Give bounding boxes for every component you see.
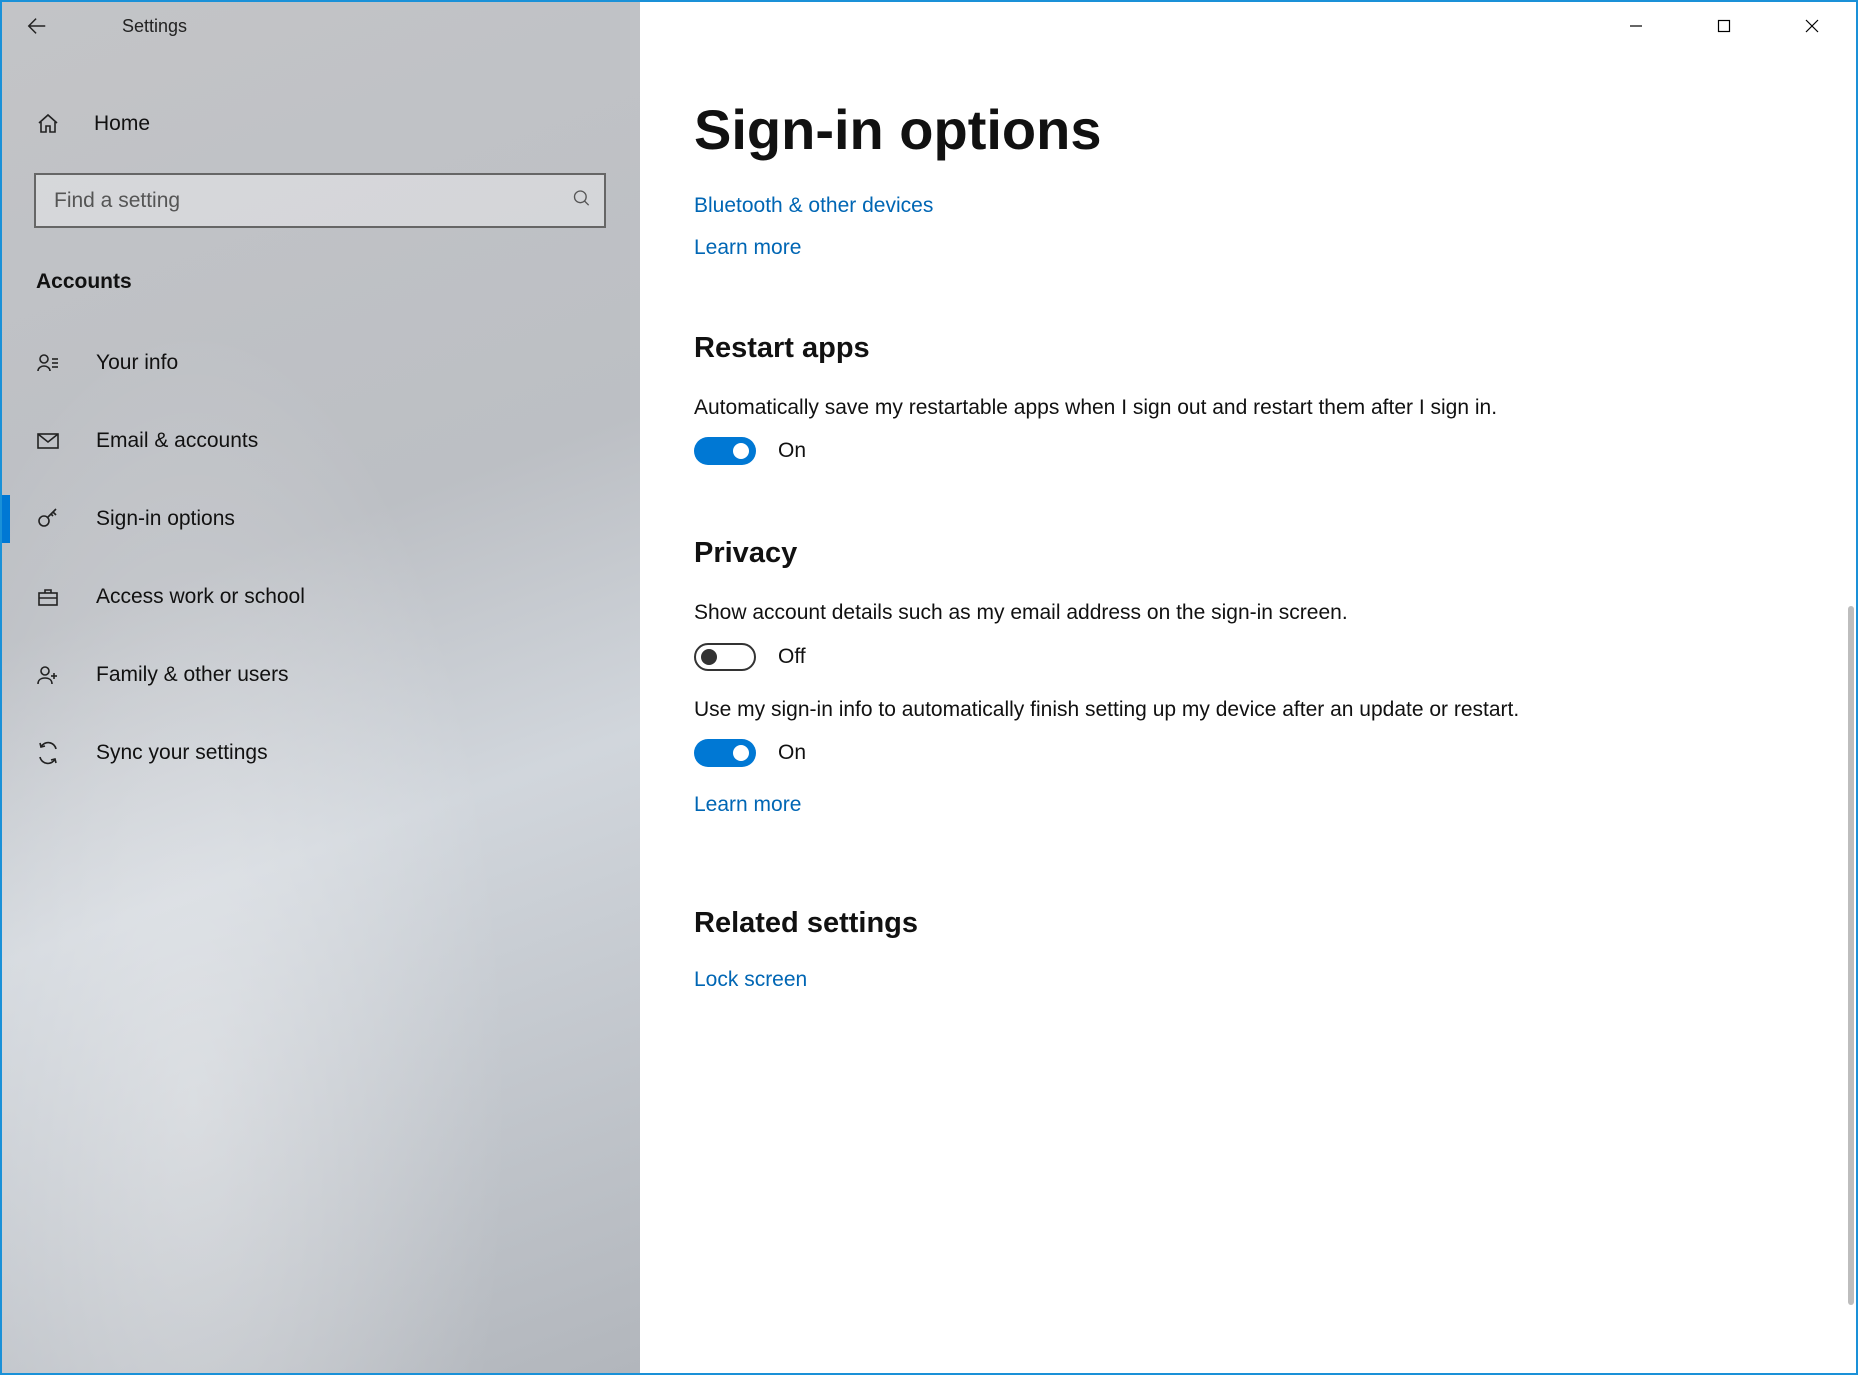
sidebar-item-label: Sign-in options xyxy=(96,507,235,531)
scroll-thumb[interactable] xyxy=(1848,606,1854,1306)
minimize-button[interactable] xyxy=(1592,2,1680,50)
titlebar-left: Settings xyxy=(2,2,640,50)
link-learn-more-top[interactable]: Learn more xyxy=(694,236,1796,260)
section-restart-heading: Restart apps xyxy=(694,332,1796,365)
close-icon xyxy=(1805,19,1819,33)
sync-icon xyxy=(36,741,64,765)
restart-toggle-row: On xyxy=(694,437,1796,465)
sidebar-item-label: Access work or school xyxy=(96,585,305,609)
back-arrow-icon xyxy=(26,15,48,37)
restart-toggle[interactable] xyxy=(694,437,756,465)
app-title: Settings xyxy=(122,16,187,37)
minimize-icon xyxy=(1629,19,1643,33)
privacy-toggle1-row: Off xyxy=(694,643,1796,671)
maximize-button[interactable] xyxy=(1680,2,1768,50)
sidebar-home-label: Home xyxy=(94,112,150,136)
home-icon xyxy=(36,112,64,136)
privacy-toggle2-label: On xyxy=(778,741,806,765)
toggle-knob xyxy=(733,745,749,761)
privacy-toggle1[interactable] xyxy=(694,643,756,671)
restart-toggle-label: On xyxy=(778,439,806,463)
window-controls xyxy=(1592,2,1856,50)
nav-list: Your info Email & accounts Sign-in optio… xyxy=(2,324,640,792)
maximize-icon xyxy=(1717,19,1731,33)
content: Sign-in options Bluetooth & other device… xyxy=(640,2,1856,1373)
sidebar-item-your-info[interactable]: Your info xyxy=(2,324,640,402)
link-lock-screen[interactable]: Lock screen xyxy=(694,968,1796,992)
sidebar-item-label: Your info xyxy=(96,351,178,375)
restart-desc: Automatically save my restartable apps w… xyxy=(694,393,1534,423)
sidebar-item-sign-in-options[interactable]: Sign-in options xyxy=(2,480,640,558)
briefcase-icon xyxy=(36,585,64,609)
sidebar-item-label: Family & other users xyxy=(96,663,289,687)
search-icon xyxy=(572,188,592,213)
privacy-toggle2[interactable] xyxy=(694,739,756,767)
sidebar-home[interactable]: Home xyxy=(2,97,640,151)
section-privacy-heading: Privacy xyxy=(694,537,1796,570)
body: Home Accounts Your info xyxy=(2,2,1856,1373)
search-input[interactable] xyxy=(34,173,606,228)
toggle-knob xyxy=(733,443,749,459)
close-button[interactable] xyxy=(1768,2,1856,50)
scrollbar[interactable] xyxy=(1848,97,1854,1369)
sidebar-item-email-accounts[interactable]: Email & accounts xyxy=(2,402,640,480)
privacy-desc1: Show account details such as my email ad… xyxy=(694,598,1534,628)
sidebar-item-label: Sync your settings xyxy=(96,741,268,765)
sidebar-category: Accounts xyxy=(2,250,640,324)
search-wrap xyxy=(34,173,608,228)
link-bluetooth-devices[interactable]: Bluetooth & other devices xyxy=(694,194,1796,218)
titlebar: Settings xyxy=(2,2,1856,50)
sidebar: Home Accounts Your info xyxy=(2,2,640,1373)
mail-icon xyxy=(36,429,64,453)
section-related-heading: Related settings xyxy=(694,907,1796,940)
toggle-knob xyxy=(701,649,717,665)
person-icon xyxy=(36,351,64,375)
back-button[interactable] xyxy=(2,2,72,50)
sidebar-item-sync[interactable]: Sync your settings xyxy=(2,714,640,792)
sidebar-item-access-work-school[interactable]: Access work or school xyxy=(2,558,640,636)
page-title: Sign-in options xyxy=(694,97,1796,162)
privacy-desc2: Use my sign-in info to automatically fin… xyxy=(694,695,1534,725)
sidebar-item-family-users[interactable]: Family & other users xyxy=(2,636,640,714)
link-learn-more-privacy[interactable]: Learn more xyxy=(694,793,1796,817)
key-icon xyxy=(36,507,64,531)
privacy-toggle1-label: Off xyxy=(778,645,806,669)
sidebar-item-label: Email & accounts xyxy=(96,429,258,453)
settings-window: Settings Home xyxy=(0,0,1858,1375)
privacy-toggle2-row: On xyxy=(694,739,1796,767)
add-user-icon xyxy=(36,663,64,687)
